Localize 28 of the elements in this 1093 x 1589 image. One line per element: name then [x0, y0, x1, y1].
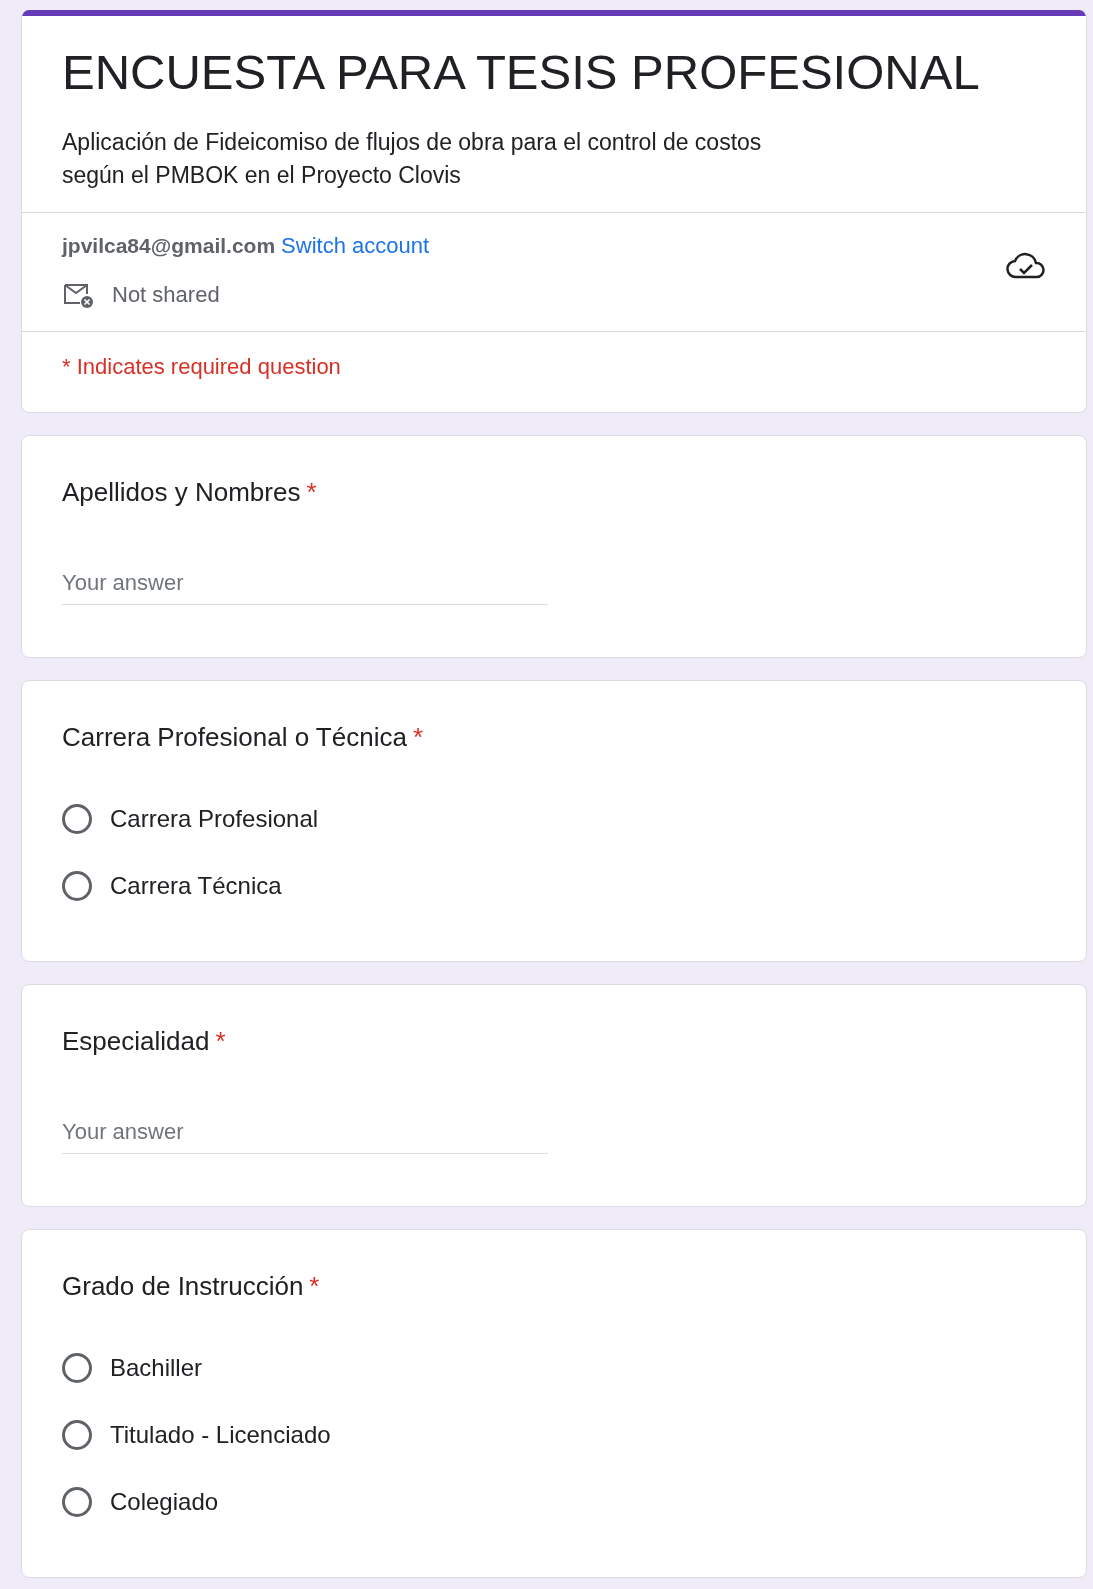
- sharing-status: Not shared: [112, 282, 220, 308]
- required-asterisk: *: [215, 1026, 226, 1056]
- question-title: Especialidad *: [62, 1025, 227, 1057]
- radio-button[interactable]: [62, 803, 92, 834]
- option-label[interactable]: Colegiado: [110, 1482, 219, 1521]
- switch-account-link[interactable]: Switch account: [281, 233, 430, 258]
- option-label[interactable]: Bachiller: [110, 1348, 203, 1387]
- option-label[interactable]: Carrera Profesional: [110, 799, 319, 838]
- radio-button[interactable]: [62, 1486, 92, 1517]
- cloud-check-icon: [1006, 251, 1046, 281]
- required-note: * Indicates required question: [22, 331, 1086, 412]
- answer-field[interactable]: Your answer: [62, 564, 548, 605]
- form-title: ENCUESTA PARA TESIS PROFESIONAL: [62, 44, 981, 101]
- radio-button[interactable]: [62, 1352, 92, 1383]
- question-title: Grado de Instrucción *: [62, 1270, 321, 1302]
- answer-field[interactable]: Your answer: [62, 1113, 548, 1154]
- question-title: Apellidos y Nombres *: [62, 476, 318, 508]
- option-label[interactable]: Carrera Técnica: [110, 866, 282, 905]
- form-description: Aplicación de Fideicomiso de flujos de obra para el control de costos según el PMBOK en el Proyecto Clovis: [62, 128, 763, 190]
- radio-button[interactable]: [62, 870, 92, 901]
- account-email: jpvilca84@gmail.com: [62, 234, 276, 257]
- question-title: Carrera Profesional o Técnica *: [62, 721, 425, 753]
- mail-blocked-icon: [62, 281, 94, 309]
- required-asterisk: *: [412, 722, 424, 752]
- required-asterisk: *: [306, 477, 317, 507]
- radio-button[interactable]: [62, 1419, 92, 1450]
- option-label[interactable]: Titulado - Licenciado: [110, 1415, 331, 1454]
- required-asterisk: *: [309, 1271, 320, 1301]
